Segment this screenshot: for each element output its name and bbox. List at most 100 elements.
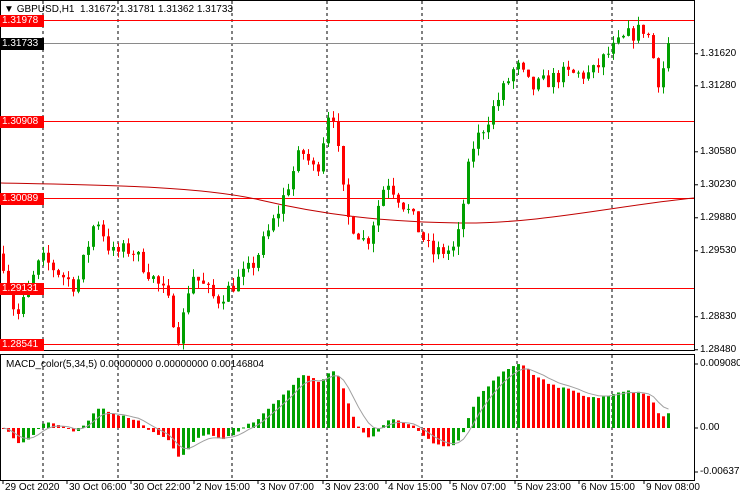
macd-histogram-bar	[667, 413, 670, 428]
time-axis-label: 9 Nov 08:00	[646, 482, 700, 493]
candle-body	[502, 83, 505, 100]
macd-histogram-bar	[632, 392, 635, 428]
candle-body	[417, 211, 420, 233]
candle-body	[297, 150, 300, 172]
time-axis-label: 4 Nov 15:00	[388, 482, 442, 493]
candle-body	[487, 124, 490, 133]
candle-body	[197, 276, 200, 281]
macd-histogram-bar	[527, 369, 530, 428]
candle-body	[667, 43, 670, 69]
macd-histogram-bar	[627, 390, 630, 428]
macd-histogram-bar	[67, 427, 70, 429]
macd-histogram-bar	[232, 428, 235, 436]
candle-body	[327, 117, 330, 144]
candle-body	[477, 132, 480, 149]
time-axis-label: 3 Nov 23:00	[325, 482, 379, 493]
candle-body	[577, 72, 580, 74]
time-axis-label: 6 Nov 15:00	[581, 482, 635, 493]
candle-body	[207, 283, 210, 285]
candle-body	[227, 285, 230, 302]
macd-histogram-bar	[362, 428, 365, 433]
candle-body	[112, 246, 115, 251]
dropdown-triangle-icon[interactable]: ▼	[4, 4, 17, 15]
level-price-tag: 1.28541	[0, 338, 44, 351]
macd-histogram-bar	[587, 397, 590, 428]
candle-body	[302, 150, 305, 154]
candle-body	[627, 28, 630, 36]
candle-body	[392, 185, 395, 195]
macd-histogram-bar	[612, 394, 615, 428]
price-chart[interactable]	[0, 0, 740, 500]
price-scale-label: 1.31280	[700, 79, 737, 91]
macd-histogram-bar	[602, 396, 605, 428]
candle-body	[72, 279, 75, 292]
candle-body	[177, 327, 180, 344]
candle-body	[452, 246, 455, 251]
macd-histogram-bar	[417, 428, 420, 431]
candle-body	[2, 253, 5, 271]
macd-histogram-bar	[452, 428, 455, 446]
candle-body	[217, 296, 220, 304]
level-price-tag: 1.30089	[0, 192, 44, 205]
candle-body	[382, 189, 385, 206]
candle-body	[422, 232, 425, 240]
candle-body	[447, 250, 450, 254]
candle-body	[262, 236, 265, 255]
candle-body	[47, 252, 50, 263]
macd-histogram-bar	[282, 394, 285, 428]
macd-histogram-bar	[297, 377, 300, 428]
macd-histogram-bar	[597, 398, 600, 428]
time-axis-label: 5 Nov 23:00	[517, 482, 571, 493]
candle-body	[572, 69, 575, 73]
macd-histogram-bar	[402, 422, 405, 428]
candle-body	[407, 208, 410, 210]
price-scale-label: 1.29880	[700, 211, 737, 223]
candle-body	[97, 224, 100, 227]
macd-histogram-bar	[492, 380, 495, 428]
candle-body	[632, 28, 635, 41]
macd-histogram-bar	[347, 403, 350, 428]
macd-histogram-bar	[152, 428, 155, 433]
candle-body	[582, 72, 585, 79]
price-panel-frame	[0, 0, 695, 351]
macd-histogram-bar	[332, 371, 335, 428]
macd-histogram-bar	[187, 428, 190, 450]
chart-window[interactable]: ▼ GBPUSD,H1 1.31672 1.31781 1.31362 1.31…	[0, 0, 740, 500]
candle-body	[57, 270, 60, 275]
candle-body	[637, 24, 640, 41]
macd-histogram-bar	[107, 411, 110, 428]
macd-histogram-bar	[462, 428, 465, 433]
macd-histogram-bar	[307, 375, 310, 428]
macd-histogram-bar	[607, 396, 610, 428]
macd-histogram-bar	[662, 416, 665, 428]
macd-histogram-bar	[102, 408, 105, 428]
candle-body	[357, 233, 360, 240]
candle-body	[592, 65, 595, 73]
price-scale-label: 1.28830	[700, 310, 737, 322]
time-axis-label: 30 Oct 06:00	[69, 482, 127, 493]
candle-body	[547, 75, 550, 88]
candle-body	[82, 254, 85, 280]
macd-histogram-bar	[582, 395, 585, 428]
macd-histogram-bar	[372, 428, 375, 437]
candle-body	[337, 120, 340, 146]
candle-body	[437, 247, 440, 255]
macd-histogram-bar	[502, 371, 505, 428]
macd-histogram-bar	[537, 377, 540, 428]
candle-body	[252, 262, 255, 268]
macd-histogram-bar	[572, 390, 575, 428]
candle-body	[67, 277, 70, 280]
candle-body	[147, 272, 150, 279]
macd-histogram-bar	[212, 428, 215, 436]
chart-title: ▼ GBPUSD,H1 1.31672 1.31781 1.31362 1.31…	[4, 4, 233, 15]
level-price-tag: 1.31978	[0, 14, 44, 27]
candle-body	[587, 72, 590, 79]
macd-histogram-bar	[457, 428, 460, 441]
current-price-tag: 1.31733	[0, 37, 44, 50]
candle-body	[92, 226, 95, 247]
price-scale-label: 1.28480	[700, 343, 737, 355]
candle-body	[277, 213, 280, 219]
candle-body	[187, 293, 190, 313]
macd-histogram-bar	[557, 387, 560, 428]
macd-histogram-bar	[367, 428, 370, 438]
